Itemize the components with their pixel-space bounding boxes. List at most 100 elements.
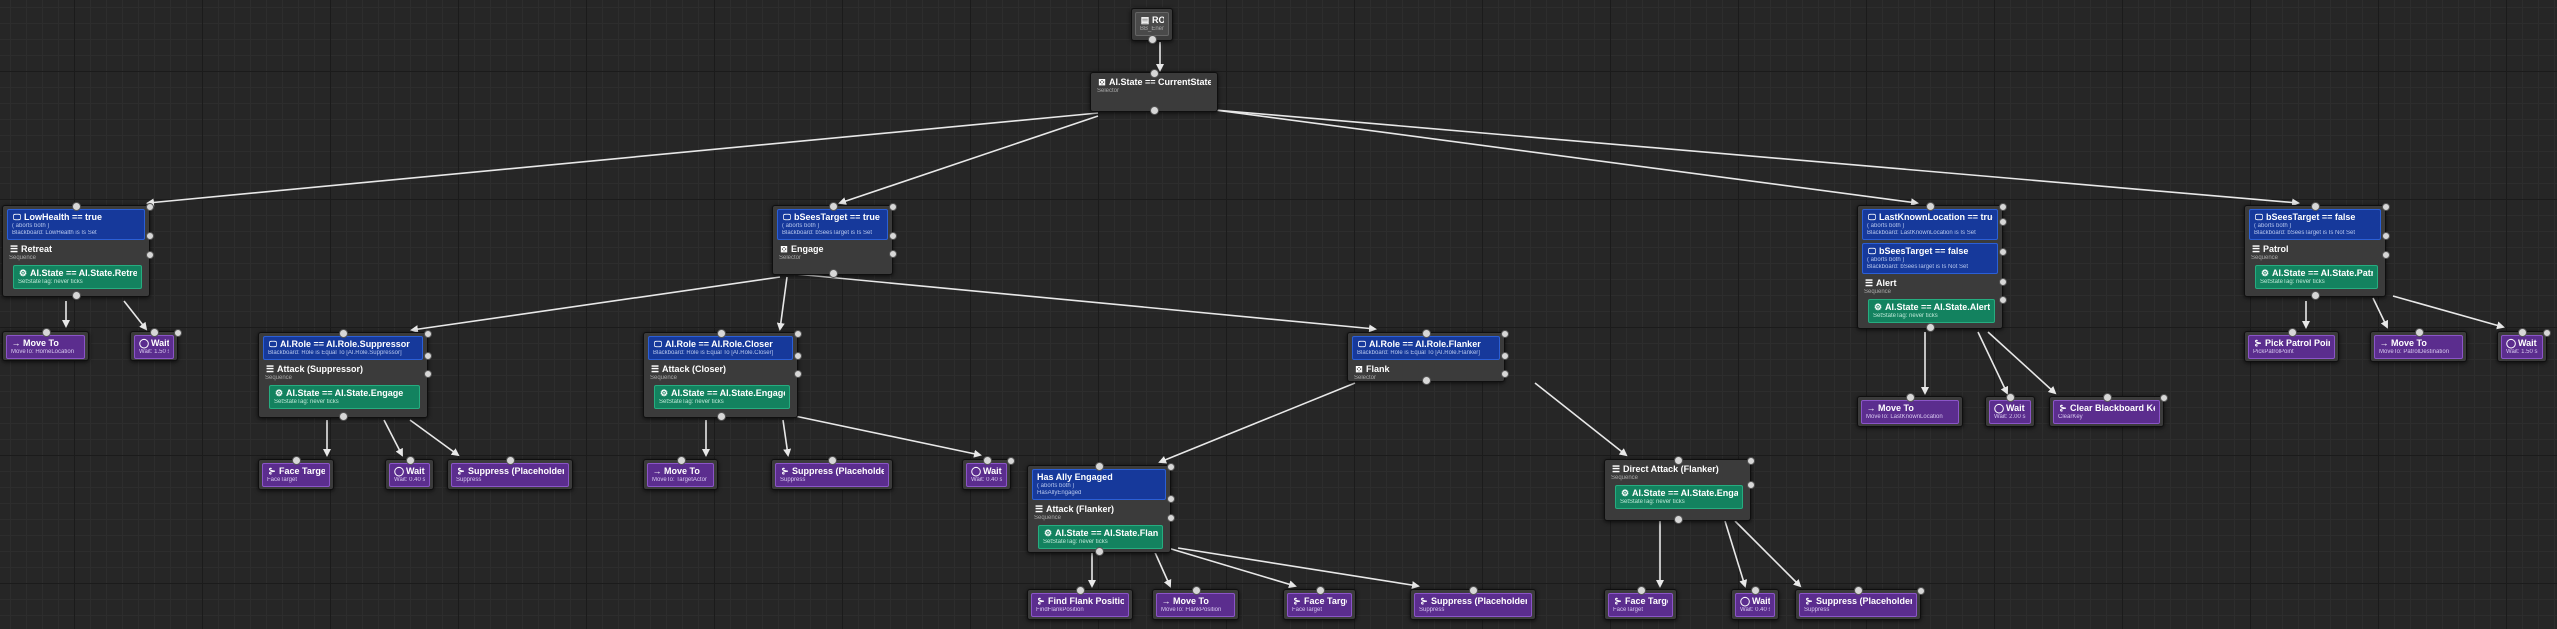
closer-input-pin[interactable]	[716, 329, 726, 338]
alert-output-pin[interactable]	[1926, 323, 1935, 332]
suppressor-pin-1[interactable]	[424, 330, 432, 338]
closer-output-pin[interactable]	[716, 412, 726, 421]
patrol-pin-2[interactable]	[2382, 232, 2390, 240]
suppressor-service[interactable]: ⚙ AI.State == AI.State.Engage SetStateTag…	[269, 385, 420, 409]
direct-task-wait-pin[interactable]	[1751, 586, 1760, 595]
closer-task-suppress-pin[interactable]	[828, 456, 837, 465]
direct-task-suppress-pin[interactable]	[1854, 586, 1863, 595]
suppressor-output-pin[interactable]	[339, 412, 348, 421]
flank-task-move-to[interactable]: → Move To MoveTo: FlankPosition	[1152, 586, 1239, 620]
alert-pin-2[interactable]	[1999, 218, 2007, 226]
retreat-service[interactable]: ⚙ AI.State == AI.State.Retreat SetStateTa…	[13, 265, 142, 289]
direct-attack-pin-2[interactable]	[1747, 481, 1755, 489]
closer-pin-3[interactable]	[794, 370, 802, 378]
ally-engaged-pin-2[interactable]	[1167, 495, 1175, 503]
direct-task-wait[interactable]: ◯ Wait Wait: 0.40 s	[1731, 586, 1779, 620]
ally-engaged-node[interactable]: Has Ally Engaged ( aborts both ) HasAlly…	[1027, 462, 1175, 556]
closer-task-suppress[interactable]: ⊱ Suppress (Placeholder) Suppress	[771, 456, 893, 490]
alert-service[interactable]: ⚙ AI.State == AI.State.Alert SetStateTag:…	[1868, 299, 1995, 323]
retreat-decorator[interactable]: 🖵 LowHealth == true ( aborts both ) Black…	[7, 209, 145, 240]
retreat-task-move-to[interactable]: → Move To MoveTo: HomeLocation	[2, 328, 89, 361]
retreat-output-pin[interactable]	[72, 291, 81, 300]
suppressor-task-suppress-pin[interactable]	[506, 456, 515, 465]
patrol-task-wait-corner-pin[interactable]	[2543, 329, 2551, 337]
direct-attack-input-pin[interactable]	[1673, 456, 1683, 465]
suppressor-pin-2[interactable]	[424, 352, 432, 360]
flank-task-suppress-pin[interactable]	[1469, 586, 1478, 595]
closer-task-wait[interactable]: ◯ Wait Wait: 0.40 s	[962, 456, 1015, 490]
flanker-node[interactable]: 🖵 AI.Role == AI.Role.Flanker Blackboard: …	[1347, 329, 1509, 385]
retreat-task-wait-corner-pin[interactable]	[174, 329, 182, 337]
alert-decorator-last-known[interactable]: 🖵 LastKnownLocation == true ( aborts both…	[1862, 209, 1998, 240]
patrol-task-move-to-pin[interactable]	[2414, 328, 2424, 337]
flank-task-suppress[interactable]: ⊱ Suppress (Placeholder) Suppress	[1410, 586, 1536, 620]
direct-attack-output-pin[interactable]	[1673, 515, 1683, 524]
retreat-input-pin[interactable]	[72, 202, 81, 211]
retreat-task-wait[interactable]: ◯ Wait Wait: 1.50 s	[130, 328, 182, 361]
closer-task-wait-pin[interactable]	[982, 456, 992, 465]
alert-pin-1[interactable]	[1999, 203, 2007, 211]
retreat-pin-2[interactable]	[146, 232, 154, 240]
suppressor-task-face-target-pin[interactable]	[292, 456, 301, 465]
patrol-node[interactable]: 🖵 bSeesTarget == false ( aborts both ) Bl…	[2244, 202, 2390, 300]
suppressor-input-pin[interactable]	[339, 329, 348, 338]
retreat-task-move-to-pin[interactable]	[41, 328, 51, 337]
flanker-pin-2[interactable]	[1501, 352, 1509, 360]
alert-pin-3[interactable]	[1999, 248, 2007, 256]
flanker-pin-1[interactable]	[1501, 330, 1509, 338]
state-selector-output-pin[interactable]	[1150, 106, 1159, 115]
suppressor-task-wait[interactable]: ◯ Wait Wait: 0.40 s	[385, 456, 434, 490]
root-node[interactable]: ▤ROOT BB_Enemy	[1131, 8, 1173, 44]
retreat-task-wait-pin[interactable]	[150, 328, 159, 337]
retreat-pin-3[interactable]	[146, 251, 154, 259]
retreat-node[interactable]: 🖵 LowHealth == true ( aborts both ) Black…	[2, 202, 154, 300]
alert-pin-4[interactable]	[1999, 278, 2007, 286]
suppressor-task-wait-pin[interactable]	[405, 456, 415, 465]
alert-task-wait[interactable]: ◯ Wait Wait: 2.00 s	[1985, 393, 2035, 427]
ally-engaged-service[interactable]: ⚙ AI.State == AI.State.Flank SetStateTag:…	[1038, 525, 1163, 549]
suppressor-decorator[interactable]: 🖵 AI.Role == AI.Role.Suppressor Blackboar…	[263, 336, 423, 360]
direct-task-face-target[interactable]: ⊱Face TargetFaceTarget	[1604, 586, 1677, 620]
suppressor-node[interactable]: 🖵 AI.Role == AI.Role.Suppressor Blackboar…	[258, 329, 432, 421]
alert-task-clear-key-pin[interactable]	[2102, 393, 2112, 402]
direct-attack-node[interactable]: ☰ Direct Attack (Flanker) Sequence ⚙ AI.St…	[1604, 456, 1755, 524]
patrol-task-pick-point[interactable]: ⊱ Pick Patrol Point PickPatrolPoint	[2244, 328, 2339, 362]
patrol-task-move-to[interactable]: → Move To MoveTo: PatrolDestination	[2370, 328, 2467, 362]
patrol-output-pin[interactable]	[2311, 291, 2320, 300]
alert-node[interactable]: 🖵 LastKnownLocation == true ( aborts both…	[1857, 202, 2007, 332]
closer-service[interactable]: ⚙ AI.State == AI.State.Engage SetStateTag…	[654, 385, 790, 409]
flanker-decorator[interactable]: 🖵 AI.Role == AI.Role.Flanker Blackboard: …	[1352, 336, 1500, 360]
direct-task-suppress[interactable]: ⊱ Suppress (Placeholder) Suppress	[1795, 586, 1925, 620]
suppressor-task-face-target[interactable]: ⊱ Face Target FaceTarget	[258, 456, 334, 490]
patrol-task-pick-point-pin[interactable]	[2287, 328, 2297, 337]
direct-task-face-target-pin[interactable]	[1636, 586, 1646, 595]
patrol-decorator[interactable]: 🖵 bSeesTarget == false ( aborts both ) Bl…	[2249, 209, 2381, 240]
flank-task-face-target-pin[interactable]	[1315, 586, 1325, 595]
patrol-pin-3[interactable]	[2382, 251, 2390, 259]
retreat-pin-1[interactable]	[146, 203, 154, 211]
engage-output-pin[interactable]	[828, 269, 838, 278]
patrol-task-wait[interactable]: ◯ Wait Wait: 1.50 s	[2497, 328, 2551, 362]
patrol-pin-1[interactable]	[2382, 203, 2390, 211]
alert-task-wait-pin[interactable]	[2006, 393, 2015, 402]
alert-task-move-to-pin[interactable]	[1906, 393, 1915, 402]
direct-attack-pin-1[interactable]	[1747, 457, 1755, 465]
closer-node[interactable]: 🖵 AI.Role == AI.Role.Closer Blackboard: R…	[643, 329, 802, 421]
flank-task-find-position[interactable]: ⊱ Find Flank Position FindFlankPosition	[1027, 586, 1133, 620]
patrol-task-wait-pin[interactable]	[2518, 328, 2527, 337]
closer-task-move-to-pin[interactable]	[676, 456, 686, 465]
ally-engaged-pin-3[interactable]	[1167, 514, 1175, 522]
engage-pin-1[interactable]	[889, 203, 897, 211]
alert-task-clear-key-corner-pin[interactable]	[2160, 394, 2168, 402]
root-output-pin[interactable]	[1148, 35, 1157, 44]
engage-decorator[interactable]: 🖵 bSeesTarget == true ( aborts both ) Bla…	[777, 209, 888, 240]
patrol-service[interactable]: ⚙ AI.State == AI.State.Patrol SetStateTag…	[2255, 265, 2378, 289]
alert-task-clear-key[interactable]: ⊱ Clear Blackboard Key ClearKey	[2049, 393, 2168, 427]
closer-pin-2[interactable]	[794, 352, 802, 360]
alert-decorator-sees-target[interactable]: 🖵 bSeesTarget == false ( aborts both ) Bl…	[1862, 243, 1998, 274]
flanker-input-pin[interactable]	[1422, 329, 1431, 338]
ally-engaged-input-pin[interactable]	[1095, 462, 1104, 471]
engage-pin-3[interactable]	[889, 250, 897, 258]
direct-task-suppress-corner-pin[interactable]	[1917, 587, 1925, 595]
flank-task-move-to-pin[interactable]	[1191, 586, 1201, 595]
